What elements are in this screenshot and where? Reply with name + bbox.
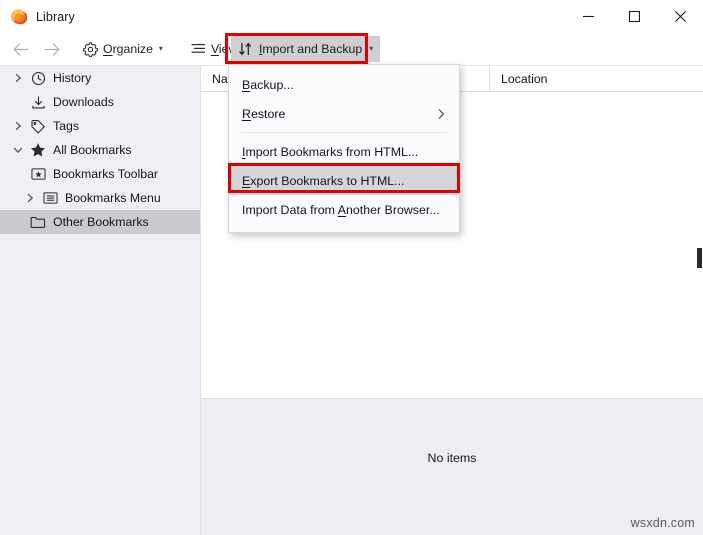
download-icon <box>28 95 48 110</box>
import-and-backup-button[interactable]: Import and Backup ▾ <box>231 36 381 62</box>
chevron-right-icon <box>437 108 445 120</box>
list-view-icon <box>191 43 206 56</box>
menu-item-label: Import Data from Another Browser... <box>242 202 440 217</box>
forward-arrow-icon[interactable] <box>36 35 66 63</box>
import-and-backup-menu: Backup... Restore Import Bookmarks from … <box>228 64 460 233</box>
sidebar-label: Bookmarks Menu <box>65 191 161 205</box>
sidebar-label: History <box>53 71 92 85</box>
sidebar-item-all-bookmarks[interactable]: All Bookmarks <box>0 138 200 162</box>
organize-button[interactable]: Organize ▾ <box>76 36 170 63</box>
minimize-icon[interactable] <box>565 0 611 33</box>
sidebar-item-history[interactable]: History <box>0 66 200 90</box>
detail-pane: No items wsxdn.com <box>201 398 703 535</box>
star-icon <box>28 142 48 158</box>
menu-item-export-bookmarks-to-html[interactable]: Export Bookmarks to HTML... <box>229 166 459 195</box>
chevron-right-icon[interactable] <box>8 73 28 83</box>
column-header-location[interactable]: Location <box>490 66 703 92</box>
bookmarks-toolbar-icon <box>28 167 48 181</box>
import-and-backup-label: Import and Backup <box>259 42 363 56</box>
firefox-logo-icon <box>10 8 28 25</box>
menu-item-label: Backup... <box>242 77 294 92</box>
menu-item-label: Import Bookmarks from HTML... <box>242 144 419 159</box>
sidebar-label: Other Bookmarks <box>53 215 149 229</box>
maximize-icon[interactable] <box>611 0 657 33</box>
chevron-right-icon[interactable] <box>8 121 28 131</box>
clock-icon <box>28 71 48 86</box>
no-items-label: No items <box>427 451 477 465</box>
sidebar-item-bookmarks-menu[interactable]: Bookmarks Menu <box>0 186 200 210</box>
close-icon[interactable] <box>657 0 703 33</box>
chevron-down-icon: ▾ <box>158 44 163 53</box>
library-window: Library Organize ▾ V Import and Backup ▾… <box>0 0 703 535</box>
window-title: Library <box>36 9 75 24</box>
title-bar-left: Library <box>0 8 75 25</box>
menu-item-import-bookmarks-from-html[interactable]: Import Bookmarks from HTML... <box>229 137 459 166</box>
menu-item-backup[interactable]: Backup... <box>229 70 459 99</box>
bookmarks-menu-icon <box>40 191 60 205</box>
menu-item-label: Export Bookmarks to HTML... <box>242 173 405 188</box>
back-arrow-icon[interactable] <box>6 35 36 63</box>
scrollbar-thumb[interactable] <box>697 248 702 268</box>
sidebar-label: All Bookmarks <box>53 143 132 157</box>
sidebar-item-other-bookmarks[interactable]: Other Bookmarks <box>0 210 200 234</box>
title-bar: Library <box>0 0 703 33</box>
sidebar-label: Tags <box>53 119 79 133</box>
chevron-right-icon[interactable] <box>20 193 40 203</box>
gear-icon <box>83 41 98 57</box>
organize-button-label: Organize <box>103 42 153 56</box>
menu-separator <box>241 132 447 133</box>
folder-icon <box>28 215 48 229</box>
menu-item-import-data-from-another-browser[interactable]: Import Data from Another Browser... <box>229 195 459 224</box>
window-controls <box>565 0 703 33</box>
sidebar-item-downloads[interactable]: Downloads <box>0 90 200 114</box>
sidebar-label: Bookmarks Toolbar <box>53 167 159 181</box>
chevron-down-icon[interactable] <box>8 146 28 154</box>
menu-item-restore[interactable]: Restore <box>229 99 459 128</box>
tag-icon <box>28 119 48 134</box>
menu-item-label: Restore <box>242 106 286 121</box>
sidebar-item-bookmarks-toolbar[interactable]: Bookmarks Toolbar <box>0 162 200 186</box>
sidebar-tree: History Downloads Tags All Bookmarks Boo… <box>0 66 201 535</box>
watermark-text: wsxdn.com <box>630 516 695 530</box>
chevron-down-icon: ▾ <box>369 44 374 53</box>
sidebar-item-tags[interactable]: Tags <box>0 114 200 138</box>
sidebar-label: Downloads <box>53 95 114 109</box>
import-export-arrows-icon <box>238 42 253 56</box>
